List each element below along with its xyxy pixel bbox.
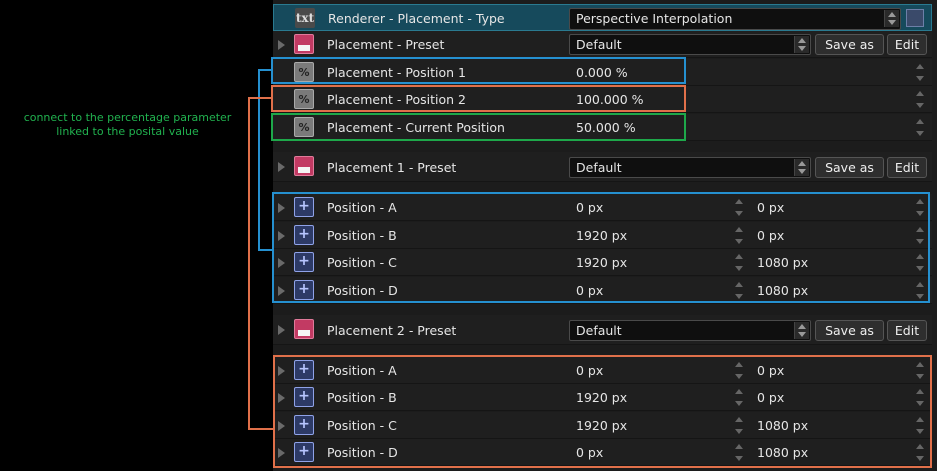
position-2-highlight-frame (271, 85, 686, 112)
renderer-type-value: Perspective Interpolation (576, 11, 733, 26)
spinner-arrows-icon[interactable] (916, 91, 924, 108)
annotation-line-1: connect to the percentage parameter (23, 111, 232, 124)
save-disk-icon (294, 319, 314, 339)
position-1-highlight-frame (271, 57, 686, 84)
select-arrows-icon[interactable] (794, 322, 809, 339)
select-arrows-icon[interactable] (884, 10, 899, 27)
placement-2-save-as-button[interactable]: Save as (815, 320, 884, 341)
placement-1-preset-select[interactable]: Default (569, 157, 811, 178)
blue-connector-line (258, 249, 273, 251)
placement-2-preset-label: Placement 2 - Preset (327, 323, 457, 338)
renderer-type-select[interactable]: Perspective Interpolation (569, 8, 901, 30)
placement-1-preset-label: Placement 1 - Preset (327, 160, 457, 175)
orange-connector-line (248, 428, 274, 430)
save-disk-icon (294, 156, 314, 176)
spinner-arrows-icon[interactable] (916, 119, 924, 136)
placement-preset-label: Placement - Preset (327, 37, 445, 52)
select-arrows-icon[interactable] (794, 36, 809, 53)
placement-1-save-as-button[interactable]: Save as (815, 157, 884, 178)
orange-connector-line (248, 97, 250, 430)
placement-2-positions-highlight-frame (273, 355, 932, 468)
text-type-icon: txt (295, 8, 315, 28)
placement-1-preset-value: Default (576, 160, 622, 175)
placement-save-as-button[interactable]: Save as (815, 34, 884, 55)
placement-2-edit-button[interactable]: Edit (887, 320, 927, 341)
orange-connector-line (248, 97, 272, 99)
blue-connector-line (258, 69, 272, 71)
placement-1-edit-button[interactable]: Edit (887, 157, 927, 178)
save-disk-icon (294, 34, 314, 54)
placement-2-preset-row: Placement 2 - Preset Default Save as Edi… (273, 315, 932, 345)
current-position-highlight-frame (271, 113, 686, 141)
renderer-type-row: txt Renderer - Placement - Type Perspect… (273, 4, 932, 31)
spinner-arrows-icon[interactable] (916, 64, 924, 81)
expand-arrow-icon[interactable] (278, 40, 285, 50)
expand-arrow-icon[interactable] (278, 325, 285, 335)
placement-preset-select[interactable]: Default (569, 34, 811, 55)
renderer-options-button[interactable] (906, 9, 924, 27)
select-arrows-icon[interactable] (794, 159, 809, 176)
placement-1-positions-highlight-frame (272, 192, 930, 303)
annotation-note: connect to the percentage parameter link… (10, 111, 245, 139)
placement-1-preset-row: Placement 1 - Preset Default Save as Edi… (273, 152, 932, 182)
expand-arrow-icon[interactable] (278, 162, 285, 172)
annotation-line-2: linked to the posital value (56, 125, 199, 138)
renderer-type-label: Renderer - Placement - Type (328, 11, 505, 26)
placement-2-preset-value: Default (576, 323, 622, 338)
placement-edit-button[interactable]: Edit (887, 34, 927, 55)
placement-preset-value: Default (576, 37, 622, 52)
placement-2-preset-select[interactable]: Default (569, 320, 811, 341)
placement-preset-row: Placement - Preset Default Save as Edit (273, 31, 932, 58)
